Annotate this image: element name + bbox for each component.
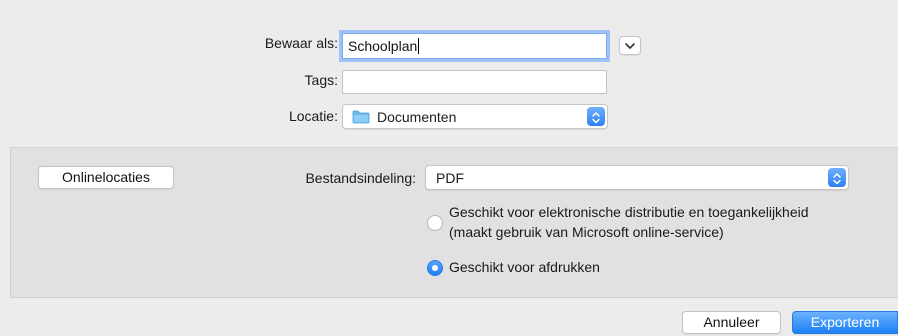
export-button[interactable]: Exporteren xyxy=(792,311,898,334)
radio-electronic-distribution-label: Geschikt voor elektronische distributie … xyxy=(449,204,809,220)
online-locations-label: Onlinelocaties xyxy=(62,169,150,185)
format-value: PDF xyxy=(436,170,464,186)
cancel-button[interactable]: Annuleer xyxy=(682,311,781,334)
radio-selected-dot xyxy=(432,265,438,271)
export-options-panel: Onlinelocaties Bestandsindeling: PDF Ges… xyxy=(10,147,898,298)
export-label: Exporteren xyxy=(810,314,880,330)
folder-icon xyxy=(352,110,370,124)
tags-label: Tags: xyxy=(304,72,338,88)
cancel-label: Annuleer xyxy=(703,314,760,330)
radio-electronic-distribution[interactable] xyxy=(427,215,443,231)
save-as-value: Schoolplan xyxy=(348,38,418,54)
format-label: Bestandsindeling: xyxy=(305,170,416,186)
up-down-arrows-icon xyxy=(592,112,600,124)
save-sheet-header: Bewaar als: Schoolplan Tags: Locatie: Do… xyxy=(0,0,898,146)
location-stepper xyxy=(587,107,605,126)
format-select[interactable]: PDF xyxy=(425,165,849,190)
expand-dialog-button[interactable] xyxy=(619,36,641,55)
location-select[interactable]: Documenten xyxy=(342,104,608,129)
up-down-arrows-icon xyxy=(833,173,841,185)
chevron-down-icon xyxy=(625,43,635,49)
location-label: Locatie: xyxy=(288,108,338,124)
radio-print[interactable] xyxy=(427,260,443,276)
online-locations-button[interactable]: Onlinelocaties xyxy=(38,166,174,189)
radio-print-label: Geschikt voor afdrukken xyxy=(449,259,600,275)
save-as-label: Bewaar als: xyxy=(264,35,338,51)
radio-electronic-distribution-sublabel: (maakt gebruik van Microsoft online-serv… xyxy=(449,224,724,240)
tags-field[interactable] xyxy=(342,70,607,94)
text-caret xyxy=(418,38,420,54)
format-stepper xyxy=(828,168,846,187)
save-as-field[interactable]: Schoolplan xyxy=(342,33,607,59)
location-value: Documenten xyxy=(377,109,457,125)
